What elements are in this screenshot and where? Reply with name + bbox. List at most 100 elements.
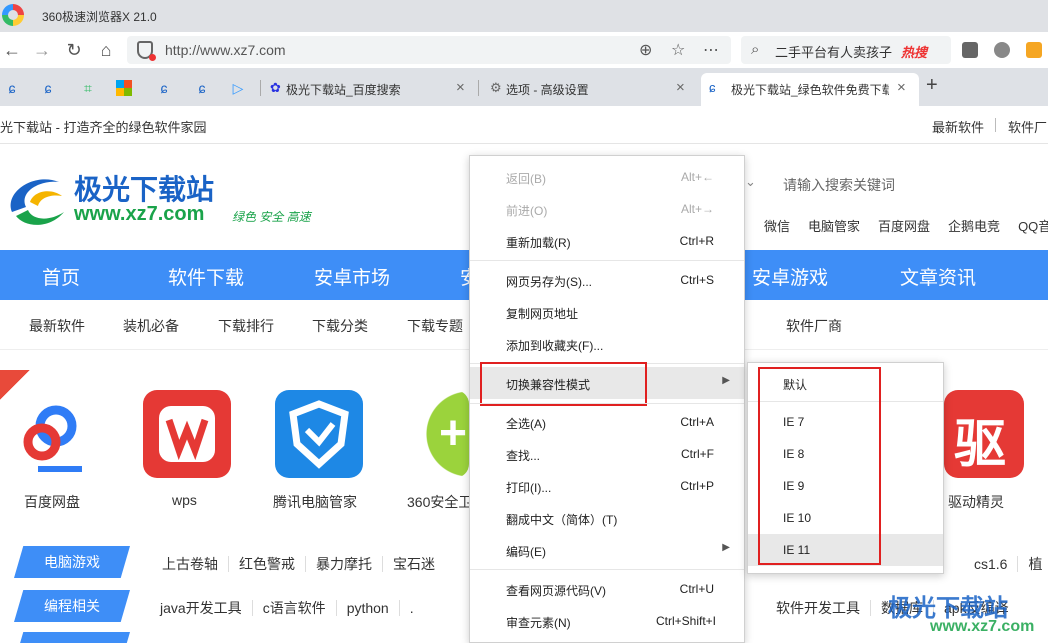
menu-item-copy-url[interactable]: 复制网页地址: [470, 296, 744, 328]
more-icon[interactable]: ⋯: [703, 40, 719, 60]
category-tag[interactable]: [14, 632, 130, 643]
subnav-item[interactable]: 装机必备: [123, 316, 179, 336]
app-label[interactable]: 百度网盘: [24, 492, 80, 512]
site-search-input[interactable]: 请输入搜索关键词: [783, 175, 895, 195]
site-search[interactable]: ⌄ 请输入搜索关键词: [745, 168, 1048, 200]
nav-item-home[interactable]: 首页: [42, 263, 80, 290]
top-link[interactable]: QQ音: [1018, 219, 1048, 234]
pinned-crop-icon[interactable]: ⌗: [78, 78, 98, 98]
subnav-item[interactable]: 下载分类: [312, 316, 368, 336]
nav-item-software[interactable]: 软件下载: [168, 263, 244, 290]
reload-icon[interactable]: ↻: [62, 38, 86, 62]
tab-label: 选项 - 高级设置: [506, 83, 589, 97]
menu-divider: [470, 403, 744, 404]
menu-divider: [470, 569, 744, 570]
top-link[interactable]: 电脑管家: [808, 219, 860, 234]
back-icon[interactable]: ←: [0, 38, 24, 62]
tab-separator: [478, 80, 479, 96]
menu-item-reload[interactable]: 重新加载(R) Ctrl+R: [470, 225, 744, 257]
chevron-down-icon[interactable]: ⌄: [745, 174, 756, 190]
top-link[interactable]: 百度网盘: [878, 219, 930, 234]
app-label[interactable]: 驱动精灵: [948, 492, 1004, 512]
menu-item-translate[interactable]: 翻成中文（简体）(T): [470, 502, 744, 534]
app-icon-360-security[interactable]: +: [409, 390, 469, 478]
top-link-latest[interactable]: 最新软件: [932, 117, 984, 136]
category-link[interactable]: java开发工具: [150, 600, 253, 616]
pinned-windows-icon[interactable]: [116, 80, 132, 96]
top-link-vendors[interactable]: 软件厂: [1008, 117, 1047, 136]
app-icon-wps[interactable]: [143, 390, 231, 478]
site-logo[interactable]: 极光下载站 www.xz7.com 绿色 安全 高速: [0, 160, 360, 240]
category-link[interactable]: 软件开发工具: [766, 600, 871, 616]
subnav-item[interactable]: 下载专题: [407, 316, 463, 336]
menu-item-back[interactable]: 返回(B) Alt+←: [470, 161, 744, 193]
browser-search-box[interactable]: ⌕ 二手平台有人卖孩子 热搜: [741, 36, 951, 64]
pinned-play-icon[interactable]: ▷: [228, 78, 248, 98]
category-link[interactable]: c语言软件: [252, 600, 337, 616]
watermark-url: www.xz7.com: [930, 618, 1035, 635]
category-link[interactable]: 上古卷轴: [152, 556, 229, 572]
security-shield-icon[interactable]: [137, 41, 156, 61]
menu-item-label: 添加到收藏夹(F)...: [506, 339, 604, 353]
menu-item-find[interactable]: 查找... Ctrl+F: [470, 438, 744, 470]
menu-item-label: 网页另存为(S)...: [506, 275, 592, 289]
category-tag-pc-games[interactable]: 电脑游戏: [14, 546, 130, 578]
tab-active-xz7[interactable]: ɕ 极光下载站_绿色软件免费下载 ×: [701, 73, 919, 106]
new-tab-icon[interactable]: +: [926, 74, 938, 97]
pinned-tab-icon[interactable]: ɕ: [2, 78, 22, 98]
close-icon[interactable]: ×: [897, 79, 906, 96]
menu-item-view-source[interactable]: 查看网页源代码(V) Ctrl+U: [470, 573, 744, 605]
category-link[interactable]: cs1.6: [964, 556, 1019, 572]
subnav-item[interactable]: 下载排行: [218, 316, 274, 336]
close-icon[interactable]: ×: [676, 79, 685, 96]
subnav-item[interactable]: 软件厂商: [786, 316, 842, 336]
category-link[interactable]: 植: [1018, 556, 1048, 572]
category-link[interactable]: python: [336, 600, 400, 616]
menu-item-add-favorite[interactable]: 添加到收藏夹(F)...: [470, 328, 744, 360]
menu-item-print[interactable]: 打印(I)... Ctrl+P: [470, 470, 744, 502]
tab-baidu-search[interactable]: ✿ 极光下载站_百度搜索 ×: [264, 73, 478, 106]
browser-logo-icon: [2, 4, 24, 26]
app-label[interactable]: 腾讯电脑管家: [273, 492, 357, 512]
tab-settings[interactable]: ⚙ 选项 - 高级设置 ×: [484, 73, 698, 106]
pinned-tab-icon[interactable]: ɕ: [154, 78, 174, 98]
menu-item-save-as[interactable]: 网页另存为(S)... Ctrl+S: [470, 264, 744, 296]
app-icon-driver-genius[interactable]: 驱: [944, 390, 1024, 478]
site-favicon-icon: ɕ: [709, 80, 716, 95]
address-bar[interactable]: http://www.xz7.com ⊕ ☆ ⋯: [127, 36, 731, 64]
menu-item-encoding[interactable]: 编码(E) ▶: [470, 534, 744, 566]
close-icon[interactable]: ×: [456, 79, 465, 96]
home-icon[interactable]: ⌂: [94, 38, 118, 62]
extension-icon[interactable]: [994, 42, 1010, 58]
forward-icon[interactable]: →: [30, 38, 54, 62]
app-icon-baidu-netdisk[interactable]: [12, 390, 100, 478]
reader-icon[interactable]: [962, 42, 978, 58]
address-url[interactable]: http://www.xz7.com: [165, 42, 286, 58]
category-tag-programming[interactable]: 编程相关: [14, 590, 130, 622]
navigation-bar: ← → ↻ ⌂ http://www.xz7.com ⊕ ☆ ⋯ ⌕ 二手平台有…: [0, 32, 1048, 68]
top-link[interactable]: 企鹅电竞: [948, 219, 1000, 234]
category-link[interactable]: 暴力摩托: [306, 556, 383, 572]
menu-item-select-all[interactable]: 全选(A) Ctrl+A: [470, 406, 744, 438]
nav-item-android-games[interactable]: 安卓游戏: [752, 263, 828, 290]
menu-item-label: 翻成中文（简体）(T): [506, 513, 618, 527]
menu-item-forward[interactable]: 前进(O) Alt+→: [470, 193, 744, 225]
zoom-icon[interactable]: ⊕: [639, 40, 652, 60]
nav-item-android-market[interactable]: 安卓市场: [314, 263, 390, 290]
profile-icon[interactable]: [1026, 42, 1042, 58]
bookmark-star-icon[interactable]: ☆: [671, 40, 685, 60]
app-label[interactable]: wps: [172, 492, 197, 508]
search-query[interactable]: 二手平台有人卖孩子: [775, 42, 892, 61]
category-link[interactable]: 宝石迷: [383, 556, 445, 572]
app-icon-tencent-pc-manager[interactable]: [275, 390, 363, 478]
category-link[interactable]: .: [400, 600, 424, 616]
nav-item-articles[interactable]: 文章资讯: [900, 263, 976, 290]
tab-label: 极光下载站_绿色软件免费下载: [731, 83, 889, 97]
top-link[interactable]: 微信: [764, 219, 790, 234]
category-link[interactable]: 红色警戒: [229, 556, 306, 572]
pinned-tab-icon[interactable]: ɕ: [192, 78, 212, 98]
subnav-item[interactable]: 最新软件: [29, 316, 85, 336]
menu-item-inspect[interactable]: 审查元素(N) Ctrl+Shift+I: [470, 605, 744, 637]
app-label[interactable]: 360安全卫: [407, 492, 469, 512]
pinned-tab-icon[interactable]: ɕ: [38, 78, 58, 98]
